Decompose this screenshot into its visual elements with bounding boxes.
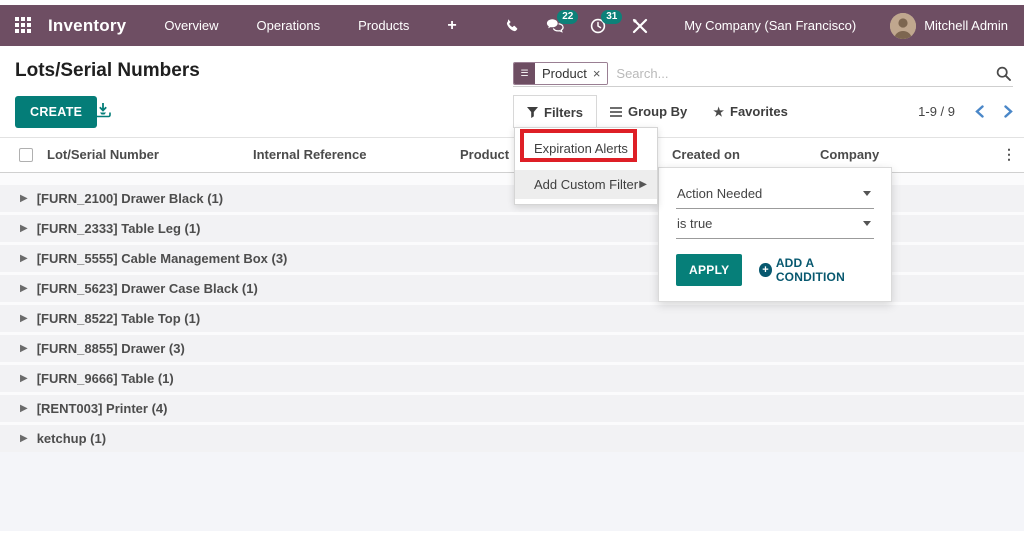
page-title: Lots/Serial Numbers: [15, 60, 200, 81]
apps-grid-icon[interactable]: [15, 16, 33, 35]
search-bar: ☰ Product ×: [513, 60, 1013, 87]
groupby-facet-icon: ☰: [514, 62, 535, 84]
search-input[interactable]: [616, 65, 996, 81]
expand-caret-icon: ▶: [20, 313, 28, 324]
apply-button[interactable]: APPLY: [676, 254, 743, 286]
company-switcher[interactable]: My Company (San Francisco): [684, 18, 856, 33]
app-name[interactable]: Inventory: [48, 16, 126, 36]
odoo-inventory-page: Inventory Overview Operations Products +…: [0, 0, 1024, 539]
user-avatar[interactable]: [890, 12, 917, 39]
expand-caret-icon: ▶: [20, 433, 28, 444]
select-caret-icon: [863, 191, 871, 196]
filter-field-select[interactable]: Action Needed: [676, 179, 874, 209]
group-row[interactable]: ▶ [RENT003] Printer (4): [0, 395, 1024, 425]
top-navigation-bar: Inventory Overview Operations Products +…: [0, 5, 1024, 46]
group-row[interactable]: ▶ [FURN_8855] Drawer (3): [0, 335, 1024, 365]
column-header-product[interactable]: Product: [460, 147, 509, 162]
plus-circle-icon: +: [759, 263, 772, 277]
select-all-checkbox[interactable]: [19, 148, 33, 162]
add-condition-button[interactable]: + ADD A CONDITION: [759, 256, 874, 284]
column-header-company[interactable]: Company: [820, 147, 879, 162]
menu-operations[interactable]: Operations: [257, 18, 321, 33]
group-row[interactable]: ▶ ketchup (1): [0, 425, 1024, 455]
custom-filter-panel: Action Needed is true APPLY + ADD A COND…: [658, 167, 892, 302]
optional-columns-icon[interactable]: ⋮: [1002, 146, 1016, 163]
submenu-caret-icon: ▶: [639, 179, 647, 190]
filters-button[interactable]: Filters: [513, 95, 598, 128]
select-caret-icon: [863, 221, 871, 226]
activities-badge: 31: [601, 9, 623, 24]
group-row[interactable]: ▶ [FURN_8522] Table Top (1): [0, 305, 1024, 335]
search-icon[interactable]: [996, 66, 1011, 81]
column-header-lot-serial[interactable]: Lot/Serial Number: [47, 147, 159, 162]
filters-dropdown-menu: Expiration Alerts Add Custom Filter ▶: [514, 127, 658, 205]
menu-overview[interactable]: Overview: [164, 18, 218, 33]
developer-tools-icon[interactable]: [632, 18, 648, 34]
expand-caret-icon: ▶: [20, 403, 28, 414]
messages-badge: 22: [557, 10, 579, 24]
favorites-button[interactable]: ★ Favorites: [700, 96, 801, 127]
groupby-button[interactable]: Group By: [597, 96, 700, 127]
star-icon: ★: [713, 104, 725, 119]
custom-filter-actions: APPLY + ADD A CONDITION: [676, 254, 874, 286]
menu-item-expiration-alerts[interactable]: Expiration Alerts: [515, 129, 657, 163]
user-menu[interactable]: Mitchell Admin: [924, 18, 1008, 33]
column-header-created-on[interactable]: Created on: [672, 147, 740, 162]
activities-clock-icon[interactable]: 31: [590, 9, 623, 34]
empty-list-area: [0, 452, 1024, 531]
pager-next-icon[interactable]: [1004, 105, 1013, 118]
messages-icon[interactable]: 22: [546, 10, 579, 33]
plus-menu-icon[interactable]: +: [447, 17, 456, 35]
pager: 1-9 / 9: [918, 104, 1013, 119]
topbar-right-group: 22 31 My Company (San Francisco) Mitchel…: [505, 9, 1024, 39]
expand-caret-icon: ▶: [20, 283, 28, 294]
groupby-bars-icon: [610, 106, 623, 117]
expand-caret-icon: ▶: [20, 253, 28, 264]
expand-caret-icon: ▶: [20, 223, 28, 234]
export-download-icon[interactable]: [95, 103, 111, 118]
search-facet-product: ☰ Product ×: [513, 61, 609, 85]
filter-funnel-icon: [527, 106, 538, 118]
expand-caret-icon: ▶: [20, 193, 28, 204]
expand-caret-icon: ▶: [20, 373, 28, 384]
filter-operator-select[interactable]: is true: [676, 209, 874, 239]
group-row[interactable]: ▶ [FURN_9666] Table (1): [0, 365, 1024, 395]
search-options-row: Filters Group By ★ Favorites 1-9 / 9: [513, 95, 1013, 128]
phone-icon[interactable]: [505, 18, 520, 33]
menu-item-add-custom-filter[interactable]: Add Custom Filter ▶: [515, 170, 657, 199]
menu-products[interactable]: Products: [358, 18, 409, 33]
facet-label: Product: [542, 65, 587, 81]
pager-previous-icon[interactable]: [975, 105, 984, 118]
facet-remove-icon[interactable]: ×: [593, 67, 601, 80]
create-button[interactable]: CREATE: [15, 96, 98, 128]
expand-caret-icon: ▶: [20, 343, 28, 354]
pager-range: 1-9 / 9: [918, 104, 955, 119]
column-header-internal-reference[interactable]: Internal Reference: [253, 147, 366, 162]
